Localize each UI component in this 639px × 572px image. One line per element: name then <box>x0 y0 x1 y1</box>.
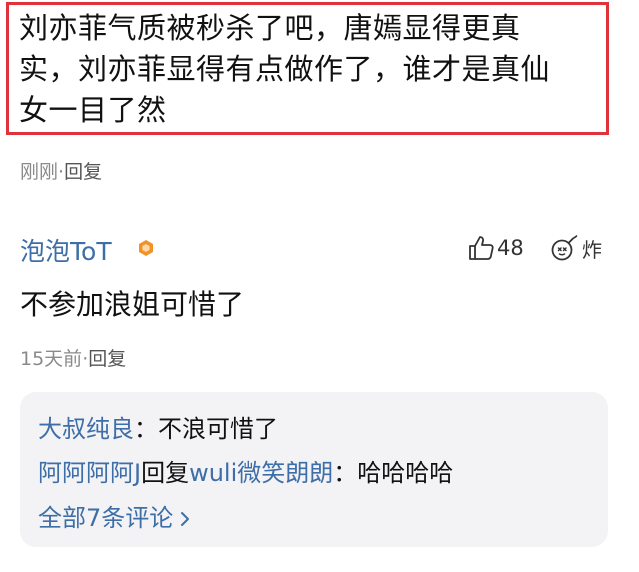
reply-colon: ： <box>134 415 158 443</box>
reply-text: 哈哈哈哈 <box>357 459 454 487</box>
highlighted-comment-line-2: 实，刘亦菲显得有点做作了，谁才是真仙 <box>19 52 551 86</box>
chevron-right-icon <box>181 512 190 526</box>
highlighted-comment-line-3: 女一目了然 <box>19 93 167 127</box>
replies-box: 大叔纯良：不浪可惜了 阿阿阿阿J回复wuli微笑朗朗：哈哈哈哈 全部7条评论 <box>20 392 608 547</box>
bomb-label: 炸 <box>582 237 602 262</box>
highlighted-comment-meta: 刚刚·回复 <box>20 157 102 184</box>
highlighted-comment-line-1: 刘亦菲气质被秒杀了吧，唐嫣显得更真 <box>19 11 521 45</box>
reply-to-label: 回复 <box>141 459 190 487</box>
comment-meta: 15天前·回复 <box>20 344 126 371</box>
comment-header: 泡泡ToT 48 炸 <box>20 228 620 268</box>
view-all-replies-link[interactable]: 全部7条评论 <box>38 498 191 533</box>
reply-button[interactable]: 回复 <box>88 348 126 370</box>
thumbs-up-icon <box>469 236 494 260</box>
reply-target-username[interactable]: wuli微笑朗朗 <box>189 459 333 487</box>
like-button[interactable]: 48 <box>467 232 524 264</box>
like-count: 48 <box>497 236 524 260</box>
reply-item[interactable]: 阿阿阿阿J回复wuli微笑朗朗：哈哈哈哈 <box>38 453 453 488</box>
bomb-button[interactable]: 炸 <box>550 232 602 264</box>
comment-text: 不参加浪姐可惜了 <box>20 288 245 321</box>
comment-username[interactable]: 泡泡ToT <box>20 232 112 268</box>
reply-username[interactable]: 阿阿阿阿J <box>38 459 141 487</box>
comment-time: 刚刚 <box>20 161 59 183</box>
view-all-replies-label: 全部7条评论 <box>38 504 174 532</box>
level-badge-icon <box>139 240 153 256</box>
highlighted-comment: 刘亦菲气质被秒杀了吧，唐嫣显得更真 实，刘亦菲显得有点做作了，谁才是真仙 女一目… <box>6 2 609 135</box>
reply-item[interactable]: 大叔纯良：不浪可惜了 <box>38 409 278 444</box>
reply-button[interactable]: 回复 <box>64 161 102 183</box>
reply-colon: ： <box>333 459 358 487</box>
reply-username[interactable]: 大叔纯良 <box>38 415 134 443</box>
reply-text: 不浪可惜了 <box>158 415 278 443</box>
comment-time: 15天前 <box>20 348 83 370</box>
bomb-icon <box>551 235 578 261</box>
